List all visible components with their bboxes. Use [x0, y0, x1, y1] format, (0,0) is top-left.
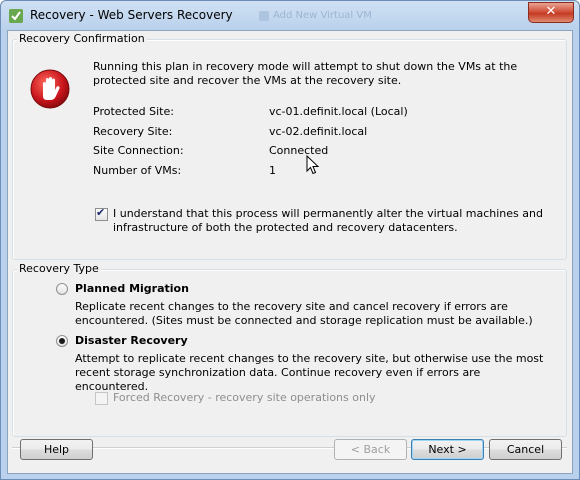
- mouse-cursor-icon: [306, 155, 320, 175]
- planned-migration-radio[interactable]: [56, 283, 68, 295]
- protected-site-label: Protected Site:: [93, 105, 174, 118]
- background-window-title: Add New Virtual VM: [273, 10, 372, 21]
- protected-site-value: vc-01.definit.local (Local): [269, 105, 408, 118]
- recovery-confirmation-legend: Recovery Confirmation: [17, 32, 147, 45]
- number-of-vms-label: Number of VMs:: [93, 164, 182, 177]
- cancel-button[interactable]: Cancel: [489, 439, 562, 460]
- help-button[interactable]: Help: [20, 439, 93, 460]
- close-button[interactable]: ✕: [528, 2, 574, 23]
- confirmation-message: Running this plan in recovery mode will …: [93, 60, 518, 87]
- title-bar[interactable]: Recovery - Web Servers Recovery Add New …: [1, 1, 579, 31]
- forced-recovery-checkbox[interactable]: [95, 392, 108, 405]
- next-button[interactable]: Next >: [411, 439, 484, 460]
- planned-migration-description: Replicate recent changes to the recovery…: [75, 300, 533, 327]
- app-icon: [9, 9, 23, 23]
- background-window-icon: [259, 11, 269, 21]
- number-of-vms-value: 1: [269, 164, 276, 177]
- recovery-site-label: Recovery Site:: [93, 125, 173, 138]
- recovery-site-value: vc-02.definit.local: [269, 125, 368, 138]
- planned-migration-label[interactable]: Planned Migration: [75, 282, 189, 295]
- site-connection-label: Site Connection:: [93, 144, 184, 157]
- acknowledge-checkbox[interactable]: [95, 206, 108, 221]
- forced-recovery-label: Forced Recovery - recovery site operatio…: [113, 391, 376, 404]
- recovery-type-group: Recovery Type Planned Migration Replicat…: [12, 262, 567, 437]
- stop-hand-icon: [30, 69, 70, 109]
- disaster-recovery-radio[interactable]: [56, 335, 68, 347]
- recovery-type-legend: Recovery Type: [17, 262, 101, 275]
- dialog-window: Recovery - Web Servers Recovery Add New …: [0, 0, 580, 480]
- acknowledge-label[interactable]: I understand that this process will perm…: [113, 207, 563, 235]
- disaster-recovery-description: Attempt to replicate recent changes to t…: [75, 352, 544, 393]
- close-icon: ✕: [545, 4, 557, 19]
- window-title: Recovery - Web Servers Recovery: [30, 8, 233, 22]
- dialog-client-area: Recovery Confirmation Running this plan …: [7, 30, 573, 474]
- back-button[interactable]: < Back: [334, 439, 407, 460]
- disaster-recovery-label[interactable]: Disaster Recovery: [75, 334, 188, 347]
- recovery-confirmation-group: Recovery Confirmation Running this plan …: [12, 32, 567, 260]
